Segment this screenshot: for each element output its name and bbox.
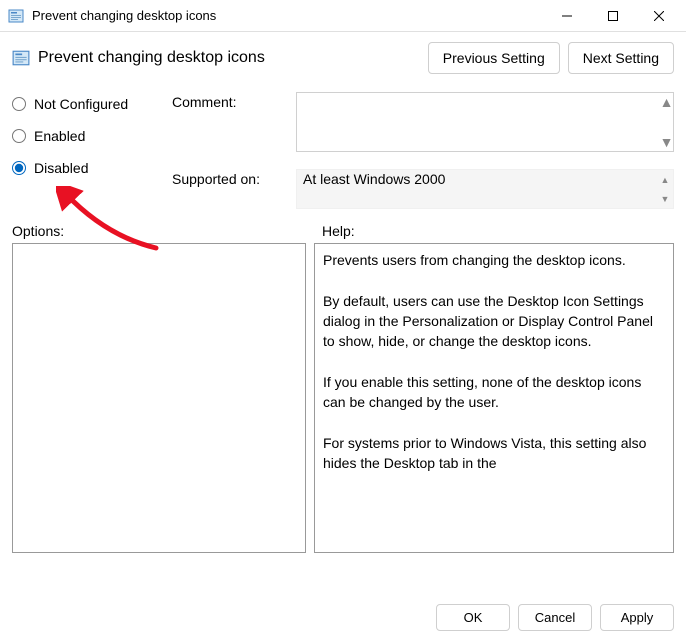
section-labels: Options: Help:: [0, 209, 686, 243]
policy-title: Prevent changing desktop icons: [38, 49, 420, 67]
supported-on-label: Supported on:: [172, 169, 292, 187]
radio-enabled[interactable]: Enabled: [12, 128, 172, 144]
radio-not-configured-label: Not Configured: [34, 96, 128, 112]
policy-icon: [8, 8, 24, 24]
comment-scroll[interactable]: ▲ ▼: [661, 94, 672, 150]
radio-not-configured-input[interactable]: [12, 97, 26, 111]
spin-up-icon: ▲: [657, 170, 673, 189]
ok-button[interactable]: OK: [436, 604, 510, 631]
window-controls: [544, 0, 682, 31]
spin-down-icon: ▼: [657, 189, 673, 208]
radio-disabled[interactable]: Disabled: [12, 160, 172, 176]
radio-enabled-label: Enabled: [34, 128, 85, 144]
close-icon: [654, 11, 664, 21]
title-bar: Prevent changing desktop icons: [0, 0, 686, 32]
previous-setting-button[interactable]: Previous Setting: [428, 42, 560, 74]
window-title: Prevent changing desktop icons: [32, 8, 544, 23]
scroll-up-icon: ▲: [660, 94, 674, 110]
state-radio-group: Not Configured Enabled Disabled: [12, 82, 172, 209]
radio-enabled-input[interactable]: [12, 129, 26, 143]
header-row: Prevent changing desktop icons Previous …: [0, 32, 686, 82]
radio-not-configured[interactable]: Not Configured: [12, 96, 172, 112]
radio-disabled-label: Disabled: [34, 160, 88, 176]
help-label: Help:: [314, 223, 674, 239]
help-panel[interactable]: Prevents users from changing the desktop…: [314, 243, 674, 553]
apply-button[interactable]: Apply: [600, 604, 674, 631]
policy-icon: [12, 49, 30, 67]
minimize-button[interactable]: [544, 0, 590, 32]
scroll-down-icon: ▼: [660, 134, 674, 150]
supported-on-text: At least Windows 2000: [303, 171, 445, 187]
comment-label: Comment:: [172, 92, 292, 110]
radio-disabled-input[interactable]: [12, 161, 26, 175]
supported-spinner[interactable]: ▲ ▼: [657, 170, 673, 208]
minimize-icon: [562, 11, 572, 21]
maximize-button[interactable]: [590, 0, 636, 32]
supported-on-value: At least Windows 2000 ▲ ▼: [296, 169, 674, 209]
options-label: Options:: [12, 223, 314, 239]
dialog-footer: OK Cancel Apply: [436, 604, 674, 631]
comment-textarea[interactable]: [296, 92, 674, 152]
close-button[interactable]: [636, 0, 682, 32]
config-section: Not Configured Enabled Disabled Comment:…: [0, 82, 686, 209]
maximize-icon: [608, 11, 618, 21]
next-setting-button[interactable]: Next Setting: [568, 42, 674, 74]
cancel-button[interactable]: Cancel: [518, 604, 592, 631]
panels-row: Prevents users from changing the desktop…: [0, 243, 686, 553]
options-panel: [12, 243, 306, 553]
fields-column: Comment: ▲ ▼ Supported on: At least Wind…: [172, 82, 674, 209]
